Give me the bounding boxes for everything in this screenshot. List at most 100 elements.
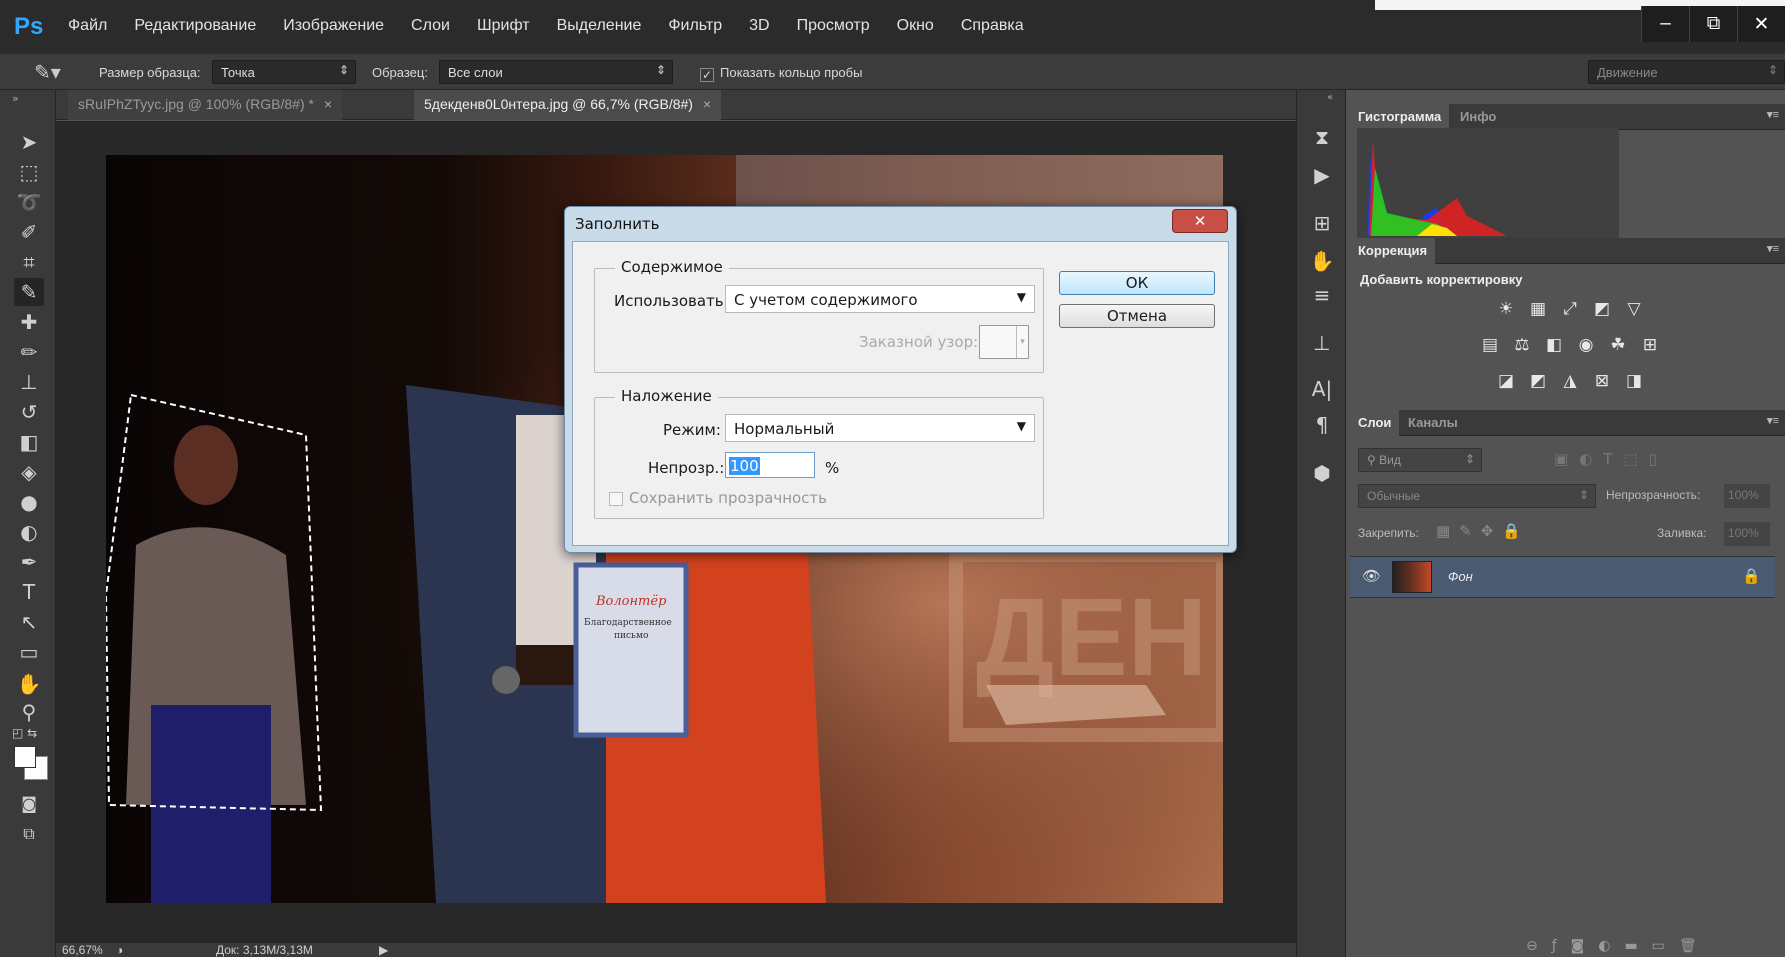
fill-value[interactable]: 100%: [1724, 522, 1770, 546]
eyedropper-tool-preset-icon[interactable]: ✎▾: [34, 60, 61, 85]
invert-icon[interactable]: ◪: [1495, 370, 1517, 392]
rectangle-tool-icon[interactable]: ▭: [14, 638, 44, 666]
healing-brush-tool-icon[interactable]: ✚: [14, 308, 44, 336]
menu-edit[interactable]: Редактирование: [134, 17, 256, 35]
menu-select[interactable]: Выделение: [557, 17, 642, 35]
vibrance-icon[interactable]: ▽: [1623, 298, 1645, 320]
selective-color-icon[interactable]: ◨: [1623, 370, 1645, 392]
close-tab-icon[interactable]: ×: [324, 96, 332, 112]
ok-button[interactable]: ОК: [1059, 271, 1215, 295]
brush-panel-icon[interactable]: ≡: [1309, 282, 1335, 308]
path-selection-tool-icon[interactable]: ↖: [14, 608, 44, 636]
marquee-tool-icon[interactable]: ⬚: [14, 158, 44, 186]
black-white-icon[interactable]: ◧: [1543, 334, 1565, 356]
swatches-panel-icon[interactable]: ⊞: [1309, 210, 1335, 236]
history-brush-tool-icon[interactable]: ↺: [14, 398, 44, 426]
close-window-button[interactable]: ✕: [1737, 6, 1785, 42]
history-panel-icon[interactable]: ⧗: [1309, 124, 1335, 150]
menu-filter[interactable]: Фильтр: [668, 17, 722, 35]
quick-selection-tool-icon[interactable]: ✐: [14, 218, 44, 246]
curves-icon[interactable]: ⤢: [1559, 298, 1581, 320]
eyedropper-tool-icon[interactable]: ✎: [14, 278, 44, 306]
tab-layers[interactable]: Слои: [1350, 410, 1400, 436]
panel-menu-icon[interactable]: ▾≡: [1767, 108, 1779, 121]
tab-document-1[interactable]: sRuIPhZTyyc.jpg @ 100% (RGB/8#) * ×: [68, 90, 343, 120]
close-tab-icon[interactable]: ×: [703, 96, 711, 112]
menu-image[interactable]: Изображение: [283, 17, 384, 35]
zoom-tool-icon[interactable]: ⚲: [14, 698, 44, 726]
sample-layers-select[interactable]: Все слои ⇕: [439, 60, 673, 84]
minimize-button[interactable]: –: [1641, 6, 1689, 42]
levels-icon[interactable]: ▦: [1527, 298, 1549, 320]
default-colors-icon[interactable]: ◰ ⇆: [12, 726, 37, 740]
paragraph-panel-icon[interactable]: ¶: [1309, 412, 1335, 438]
opacity-input[interactable]: 100: [725, 452, 815, 478]
hue-saturation-icon[interactable]: ▤: [1479, 334, 1501, 356]
screen-mode-icon[interactable]: ⧉: [14, 820, 44, 848]
exposure-icon[interactable]: ◩: [1591, 298, 1613, 320]
blend-mode-select[interactable]: Обычные ⇕: [1358, 484, 1596, 508]
threshold-icon[interactable]: ◮: [1559, 370, 1581, 392]
brush-tool-icon[interactable]: ✏: [14, 338, 44, 366]
panel-menu-icon[interactable]: ▾≡: [1767, 242, 1779, 255]
crop-tool-icon[interactable]: ⌗: [14, 248, 44, 276]
clone-source-icon[interactable]: ⊥: [1309, 330, 1335, 356]
checkbox-checked-icon[interactable]: ✓: [700, 68, 714, 82]
layer-filter-select[interactable]: ⚲ Вид ⇕: [1358, 448, 1482, 472]
eye-visibility-icon[interactable]: 👁: [1362, 567, 1381, 585]
color-lookup-icon[interactable]: ⊞: [1639, 334, 1661, 356]
show-ring-option[interactable]: ✓ Показать кольцо пробы: [700, 65, 862, 82]
tab-info[interactable]: Инфо: [1452, 104, 1504, 130]
tab-adjustments[interactable]: Коррекция: [1350, 238, 1436, 264]
lasso-tool-icon[interactable]: ➰: [14, 188, 44, 216]
photo-filter-icon[interactable]: ◉: [1575, 334, 1597, 356]
layer-row-background[interactable]: 👁 Фон 🔒: [1350, 556, 1775, 598]
character-panel-icon[interactable]: A|: [1309, 376, 1335, 402]
restore-button[interactable]: ⧉: [1689, 6, 1737, 42]
status-menu-arrow-icon[interactable]: ▶: [379, 943, 388, 957]
sample-size-select[interactable]: Точка ⇕: [212, 60, 356, 84]
posterize-icon[interactable]: ◩: [1527, 370, 1549, 392]
foreground-color-swatch[interactable]: [14, 746, 36, 768]
eraser-tool-icon[interactable]: ◧: [14, 428, 44, 456]
menu-file[interactable]: Файл: [68, 17, 107, 35]
3d-panel-icon[interactable]: ⬢: [1309, 460, 1335, 486]
mode-select[interactable]: Нормальный ▼: [725, 414, 1035, 442]
layer-name[interactable]: Фон: [1448, 569, 1473, 584]
cancel-button[interactable]: Отмена: [1059, 304, 1215, 328]
channel-mixer-icon[interactable]: ☘: [1607, 334, 1629, 356]
tab-document-2[interactable]: 5декденв0L0нтера.jpg @ 66,7% (RGB/8#) ×: [414, 90, 722, 120]
use-select[interactable]: С учетом содержимого ▼: [725, 285, 1035, 313]
paint-bucket-tool-icon[interactable]: ◈: [14, 458, 44, 486]
lock-icons[interactable]: ▦✎✥🔒: [1436, 522, 1530, 540]
gradient-map-icon[interactable]: ⊠: [1591, 370, 1613, 392]
collapse-dock-icon[interactable]: «: [1327, 92, 1333, 103]
panel-menu-icon[interactable]: ▾≡: [1767, 414, 1779, 427]
menu-window[interactable]: Окно: [897, 17, 934, 35]
move-tool-icon[interactable]: ➤: [14, 128, 44, 156]
menu-3d[interactable]: 3D: [749, 17, 769, 35]
panel-collapse-icon[interactable]: »: [12, 92, 19, 105]
preserve-transparency-checkbox[interactable]: [609, 492, 623, 506]
blur-tool-icon[interactable]: ●: [14, 488, 44, 516]
menu-layers[interactable]: Слои: [411, 17, 450, 35]
menu-view[interactable]: Просмотр: [797, 17, 870, 35]
tab-histogram[interactable]: Гистограмма: [1350, 104, 1450, 130]
dodge-tool-icon[interactable]: ◐: [14, 518, 44, 546]
actions-panel-icon[interactable]: ▶: [1309, 162, 1335, 188]
tab-channels[interactable]: Каналы: [1400, 410, 1466, 436]
quick-mask-icon[interactable]: ◙: [14, 790, 44, 818]
layer-thumbnail[interactable]: [1392, 561, 1432, 593]
workspace-select[interactable]: Движение ⇕: [1588, 60, 1785, 84]
dialog-close-button[interactable]: ✕: [1172, 209, 1228, 233]
menu-type[interactable]: Шрифт: [477, 17, 530, 35]
hand-tool-icon[interactable]: ✋: [14, 670, 44, 698]
brush-presets-icon[interactable]: ✋: [1309, 248, 1335, 274]
layer-opacity-value[interactable]: 100%: [1724, 484, 1770, 508]
pen-tool-icon[interactable]: ✒: [14, 548, 44, 576]
color-balance-icon[interactable]: ⚖: [1511, 334, 1533, 356]
zoom-level[interactable]: 66,67%: [62, 943, 103, 957]
brightness-icon[interactable]: ☀: [1495, 298, 1517, 320]
menu-help[interactable]: Справка: [961, 17, 1024, 35]
clone-stamp-tool-icon[interactable]: ⊥: [14, 368, 44, 396]
